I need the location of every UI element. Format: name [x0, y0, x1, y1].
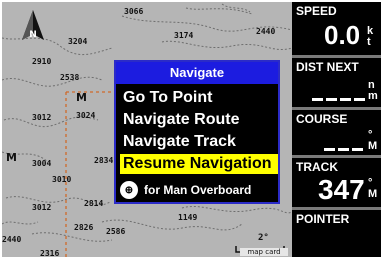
dist-next-field[interactable]: DIST NEXT n m [292, 58, 381, 107]
data-panel: SPEED 0.0 k t DIST NEXT n m COURSE ° M T… [292, 2, 381, 257]
track-value: 347 [318, 174, 365, 205]
speed-unit-bottom: t [367, 36, 371, 48]
course-label: COURSE [296, 112, 348, 126]
map-card-label: map card [240, 248, 288, 256]
elevation-label: 2586 [106, 227, 126, 236]
menu-item-resume-navigation[interactable]: Resume Navigation [120, 154, 278, 174]
dist-next-unit-bottom: m [368, 90, 378, 102]
course-unit-bottom: M [368, 140, 378, 152]
elevation-label: 2538 [60, 73, 80, 82]
dist-next-label: DIST NEXT [296, 60, 359, 74]
gps-screen: N 3066 3174 3204 2910 2440 2538 3012 302… [2, 2, 381, 257]
dist-next-dashes [312, 98, 365, 101]
pointer-field[interactable]: POINTER [292, 210, 381, 257]
elevation-label: 2814 [84, 199, 104, 208]
elevation-label: 2826 [74, 223, 94, 232]
scale-label: 2° [258, 233, 269, 243]
elevation-label: 3012 [32, 113, 52, 122]
track-unit-top: ° [368, 177, 373, 189]
elevation-label: 2834 [94, 156, 114, 165]
elevation-label: 3066 [124, 7, 144, 16]
elevation-label: 3024 [76, 111, 96, 120]
navigate-dialog: Navigate Go To Point Navigate Route Navi… [114, 60, 280, 204]
elevation-label: 2316 [40, 249, 60, 258]
north-arrow-icon: N [22, 10, 44, 40]
map-letter: M [6, 151, 17, 164]
elevation-label: 1149 [178, 213, 198, 222]
menu-item-navigate-route[interactable]: Navigate Route [120, 110, 242, 130]
elevation-label: 3010 [52, 175, 72, 184]
elevation-label: 2440 [2, 235, 22, 244]
dialog-title: Navigate [116, 62, 278, 84]
course-dashes [324, 148, 363, 151]
course-field[interactable]: COURSE ° M [292, 110, 381, 155]
dist-next-unit-top: n [368, 79, 375, 91]
course-unit-top: ° [368, 129, 373, 141]
svg-text:N: N [29, 30, 37, 40]
speed-field[interactable]: SPEED 0.0 k t [292, 2, 381, 55]
map-letter: M [76, 91, 87, 104]
elevation-label: 3174 [174, 31, 194, 40]
speed-label: SPEED [296, 4, 337, 18]
speed-unit-top: k [367, 25, 374, 37]
man-overboard-icon: ⊕ [120, 181, 138, 199]
elevation-label: 3204 [68, 37, 88, 46]
pointer-label: POINTER [296, 212, 350, 226]
track-field[interactable]: TRACK 347 ° M [292, 158, 381, 207]
speed-value: 0.0 [324, 20, 361, 50]
menu-item-go-to-point[interactable]: Go To Point [120, 88, 215, 108]
man-overboard-label: for Man Overboard [144, 183, 252, 197]
track-label: TRACK [296, 160, 338, 174]
elevation-label: 2440 [256, 27, 276, 36]
menu-item-navigate-track[interactable]: Navigate Track [120, 132, 239, 152]
man-overboard-row[interactable]: ⊕ for Man Overboard [120, 180, 251, 200]
elevation-label: 3012 [32, 203, 52, 212]
elevation-label: 2910 [32, 57, 52, 66]
track-unit-bottom: M [368, 188, 378, 200]
elevation-label: 3004 [32, 159, 52, 168]
